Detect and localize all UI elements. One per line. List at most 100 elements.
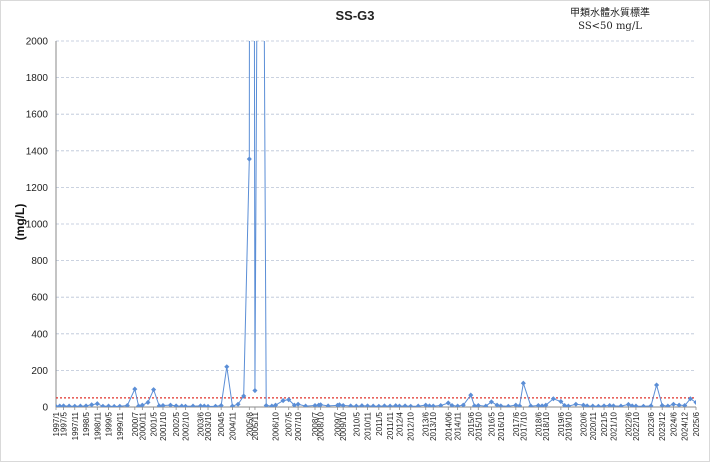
data-point	[402, 403, 408, 407]
y-tick-labels: 0 200 400 600 800 1000 1200 1400 1600 1800 2000	[26, 37, 49, 414]
data-point	[618, 403, 624, 407]
y-tick-label: 2000	[26, 37, 49, 48]
data-point	[212, 403, 219, 407]
x-tick-label: 2002/5	[172, 411, 181, 436]
y-tick-label: 0	[42, 403, 48, 414]
data-point	[151, 387, 157, 393]
y-tick-label: 1000	[26, 220, 49, 231]
x-tick-label: 2008/10	[317, 411, 326, 440]
y-tick-label: 800	[31, 256, 48, 267]
x-tick-label: 2022/10	[632, 411, 641, 440]
x-tick-label: 1997/11	[71, 411, 80, 440]
x-tick-label: 2007/5	[285, 411, 294, 436]
data-point	[280, 398, 286, 404]
x-tick-label: 2021/5	[600, 411, 609, 436]
x-tick-label: 2013/10	[429, 411, 438, 440]
y-tick-label: 600	[31, 293, 48, 304]
data-point	[640, 403, 646, 407]
data-point	[415, 403, 421, 407]
axes	[55, 41, 697, 410]
data-point	[295, 401, 301, 407]
series-line	[56, 41, 696, 407]
x-tick-label: 2025/6	[692, 411, 701, 436]
x-tick-label: 2012/10	[407, 411, 416, 440]
data-point	[94, 401, 100, 407]
x-tick-label: 2021/10	[609, 411, 618, 440]
x-tick-label: 2016/10	[497, 411, 506, 440]
data-point	[145, 399, 151, 405]
y-tick-label: 400	[31, 329, 48, 340]
x-tick-label: 2017/10	[519, 411, 528, 440]
x-tick-label: 2002/10	[182, 411, 191, 440]
x-tick-label: 1997/5	[60, 411, 69, 436]
data-point	[573, 401, 579, 407]
data-point	[246, 156, 252, 162]
data-point	[325, 403, 331, 407]
data-point	[520, 380, 526, 386]
y-tick-label: 1800	[26, 73, 49, 84]
y-tick-label: 200	[31, 366, 48, 377]
data-point	[136, 403, 142, 407]
x-tick-label: 2019/10	[564, 411, 573, 440]
x-tick-label: 2004/5	[217, 411, 226, 436]
x-tick-label: 2018/10	[542, 411, 551, 440]
x-tick-label: 2011/11	[386, 411, 395, 439]
x-tick-label: 2020/11	[589, 411, 598, 440]
data-point	[505, 403, 511, 407]
chart-plot: 0 200 400 600 800 1000 1200 1400 1600 1800 2000 19…	[26, 37, 701, 441]
y-tick-label: 1200	[26, 183, 49, 194]
x-tick-label: 2020/6	[579, 411, 588, 436]
y-tick-label: 1400	[26, 146, 49, 157]
x-tick-label: 2001/5	[150, 411, 159, 436]
x-tick-label: 2023/12	[658, 411, 667, 440]
x-tick-label: 2009/10	[339, 411, 348, 440]
data-point	[77, 403, 83, 407]
x-tick-label: 2010/5	[352, 411, 361, 436]
data-point	[584, 403, 590, 407]
x-tick-label: 2024/12	[681, 411, 690, 440]
x-tick-label: 1998/5	[82, 411, 91, 436]
x-tick-label: 2014/11	[454, 411, 463, 440]
x-tick-label: 2012/4	[395, 411, 404, 436]
data-point	[370, 403, 376, 407]
data-point	[224, 364, 230, 370]
x-tick-label: 2001/10	[159, 411, 168, 440]
x-tick-label: 2010/11	[364, 411, 373, 440]
y-tick-label: 1600	[26, 110, 49, 121]
x-tick-label: 1999/11	[116, 411, 125, 440]
data-point	[693, 399, 696, 405]
data-point	[100, 403, 106, 407]
data-point	[517, 403, 523, 407]
x-tick-label: 1998/11	[93, 411, 102, 440]
data-point	[303, 403, 309, 407]
x-tick-label: 2024/6	[669, 411, 678, 436]
data-point	[670, 401, 677, 407]
data-point	[359, 403, 365, 407]
x-tick-label: 1999/5	[105, 411, 114, 436]
x-tick-label: 2014/06	[444, 411, 453, 440]
data-point	[348, 403, 354, 407]
x-tick-label: 2003/10	[204, 411, 213, 440]
data-point	[595, 403, 601, 407]
x-tick-label: 2023/6	[647, 411, 656, 436]
x-tick-label: 2004/11	[228, 411, 237, 440]
data-point	[381, 403, 387, 407]
data-point	[269, 403, 275, 407]
x-tick-labels: 1997/11997/5 1997/11 1998/5 1998/11 1999/5 19…	[52, 411, 701, 440]
data-point	[528, 403, 534, 407]
x-tick-label: 2007/10	[294, 411, 303, 440]
data-point	[66, 403, 72, 407]
data-point	[665, 403, 671, 407]
x-tick-label: 2000/11	[138, 411, 147, 440]
x-tick-label: 2015/10	[474, 411, 483, 440]
x-tick-label: 2016/5	[487, 411, 496, 436]
data-point	[539, 403, 545, 407]
data-point	[111, 403, 117, 407]
data-point	[190, 403, 196, 407]
data-point	[132, 386, 138, 392]
x-tick-label: 2011/5	[375, 411, 384, 435]
x-tick-label: 2006/10	[272, 411, 281, 440]
data-point	[654, 382, 660, 388]
data-point	[252, 387, 258, 394]
x-tick-label: 2005/11	[251, 411, 260, 440]
